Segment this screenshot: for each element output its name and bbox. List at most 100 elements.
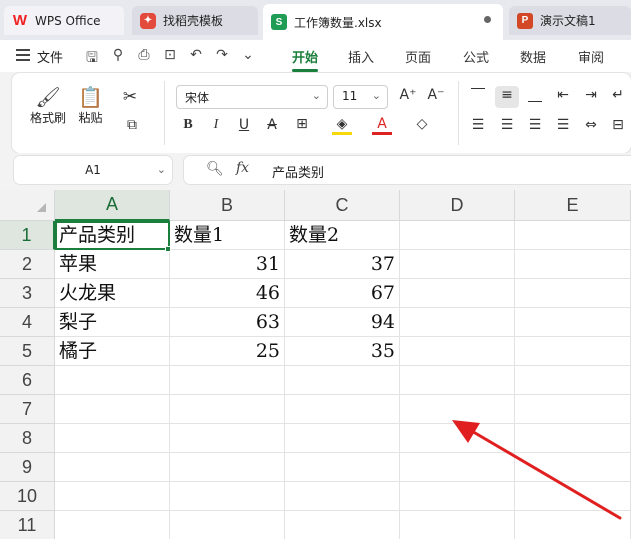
- column-header-e[interactable]: E: [515, 190, 631, 221]
- cell-d3[interactable]: [400, 279, 515, 308]
- cell-empty[interactable]: [400, 453, 515, 482]
- hamburger-menu-icon[interactable]: [16, 49, 30, 61]
- copy-icon[interactable]: ⧉: [122, 117, 142, 133]
- cell-c1[interactable]: 数量2: [285, 221, 400, 250]
- cell-empty[interactable]: [515, 482, 631, 511]
- fill-handle[interactable]: [165, 246, 171, 252]
- row-header[interactable]: 11: [0, 511, 55, 539]
- cell-empty[interactable]: [55, 366, 170, 395]
- cell-d5[interactable]: [400, 337, 515, 366]
- font-size-select[interactable]: 11 ⌄: [333, 85, 388, 109]
- underline-icon[interactable]: U: [234, 117, 254, 133]
- tab-docer-templates[interactable]: ✦ 找稻壳模板: [132, 6, 258, 35]
- cell-c3[interactable]: 67: [285, 279, 400, 308]
- align-bottom-icon[interactable]: ⎽: [525, 87, 545, 103]
- share-icon[interactable]: ⚲: [110, 47, 126, 71]
- justify-icon[interactable]: ☰: [553, 117, 573, 133]
- cell-empty[interactable]: [55, 511, 170, 539]
- increase-indent-icon[interactable]: ⇥: [581, 87, 601, 103]
- row-header[interactable]: 6: [0, 366, 55, 395]
- cell-a1[interactable]: 产品类别: [55, 221, 170, 250]
- tab-presentation[interactable]: P 演示文稿1: [509, 6, 631, 35]
- select-all-corner[interactable]: [0, 190, 55, 221]
- cell-c5[interactable]: 35: [285, 337, 400, 366]
- ribbon-tab-page[interactable]: 页面: [405, 47, 431, 66]
- formula-input[interactable]: 🔍︎ fx 产品类别: [184, 156, 631, 184]
- cell-empty[interactable]: [285, 482, 400, 511]
- align-top-icon[interactable]: ⎺: [468, 87, 488, 103]
- file-menu[interactable]: 文件: [37, 47, 63, 66]
- cell-empty[interactable]: [285, 453, 400, 482]
- wrap-text-icon[interactable]: ↵: [608, 87, 628, 103]
- tab-wps-office[interactable]: W WPS Office: [4, 6, 124, 35]
- redo-icon[interactable]: ↷: [214, 47, 230, 71]
- border-icon[interactable]: ⊞: [292, 116, 312, 132]
- name-box[interactable]: A1 ⌄: [14, 156, 172, 184]
- ribbon-tab-data[interactable]: 数据: [520, 47, 546, 66]
- cell-a3[interactable]: 火龙果: [55, 279, 170, 308]
- ribbon-tab-insert[interactable]: 插入: [348, 47, 374, 66]
- tab-workbook[interactable]: S 工作簿数量.xlsx: [263, 4, 503, 40]
- cell-a5[interactable]: 橘子: [55, 337, 170, 366]
- cell-e1[interactable]: [515, 221, 631, 250]
- cell-d1[interactable]: [400, 221, 515, 250]
- cell-empty[interactable]: [170, 395, 285, 424]
- cell-e5[interactable]: [515, 337, 631, 366]
- cell-d2[interactable]: [400, 250, 515, 279]
- cell-empty[interactable]: [515, 424, 631, 453]
- cell-empty[interactable]: [285, 395, 400, 424]
- cell-empty[interactable]: [55, 482, 170, 511]
- cell-b4[interactable]: 63: [170, 308, 285, 337]
- cell-empty[interactable]: [515, 511, 631, 539]
- cell-c2[interactable]: 37: [285, 250, 400, 279]
- paste-button[interactable]: 📋 粘贴: [78, 85, 103, 126]
- cut-icon[interactable]: ✂: [120, 87, 140, 107]
- column-header-a[interactable]: A: [55, 190, 170, 221]
- clear-format-icon[interactable]: ◇: [412, 116, 432, 132]
- cell-empty[interactable]: [170, 424, 285, 453]
- cell-empty[interactable]: [285, 511, 400, 539]
- ribbon-tab-formula[interactable]: 公式: [463, 47, 489, 66]
- cell-empty[interactable]: [515, 395, 631, 424]
- cell-b2[interactable]: 31: [170, 250, 285, 279]
- print-icon[interactable]: ⎙: [136, 47, 152, 71]
- cell-e3[interactable]: [515, 279, 631, 308]
- cell-e4[interactable]: [515, 308, 631, 337]
- cell-empty[interactable]: [170, 366, 285, 395]
- cell-b3[interactable]: 46: [170, 279, 285, 308]
- row-header[interactable]: 4: [0, 308, 55, 337]
- cell-empty[interactable]: [170, 511, 285, 539]
- row-header[interactable]: 2: [0, 250, 55, 279]
- chevron-down-icon[interactable]: ⌄: [240, 47, 256, 71]
- cell-b1[interactable]: 数量1: [170, 221, 285, 250]
- decrease-font-icon[interactable]: A⁻: [426, 87, 446, 103]
- font-color-icon[interactable]: A: [372, 116, 392, 135]
- column-header-c[interactable]: C: [285, 190, 400, 221]
- strikethrough-icon[interactable]: A: [262, 117, 282, 133]
- cell-empty[interactable]: [170, 482, 285, 511]
- column-header-d[interactable]: D: [400, 190, 515, 221]
- cell-c4[interactable]: 94: [285, 308, 400, 337]
- print-preview-icon[interactable]: ⊡: [162, 47, 178, 71]
- zoom-icon[interactable]: 🔍︎: [206, 161, 224, 177]
- font-name-select[interactable]: 宋体 ⌄: [176, 85, 328, 109]
- column-header-b[interactable]: B: [170, 190, 285, 221]
- cell-b5[interactable]: 25: [170, 337, 285, 366]
- increase-font-icon[interactable]: A⁺: [398, 87, 418, 103]
- decrease-indent-icon[interactable]: ⇤: [553, 87, 573, 103]
- cell-empty[interactable]: [55, 453, 170, 482]
- italic-icon[interactable]: I: [206, 117, 226, 133]
- row-header[interactable]: 9: [0, 453, 55, 482]
- row-header[interactable]: 10: [0, 482, 55, 511]
- row-header[interactable]: 8: [0, 424, 55, 453]
- row-header[interactable]: 1: [0, 221, 55, 250]
- align-right-icon[interactable]: ☰: [525, 117, 545, 133]
- row-header[interactable]: 7: [0, 395, 55, 424]
- formula-value[interactable]: 产品类别: [272, 162, 324, 181]
- row-header[interactable]: 3: [0, 279, 55, 308]
- save-icon[interactable]: 🖫: [84, 47, 100, 71]
- cell-empty[interactable]: [400, 424, 515, 453]
- ribbon-tab-home[interactable]: 开始: [292, 47, 319, 72]
- cell-empty[interactable]: [55, 395, 170, 424]
- cell-a4[interactable]: 梨子: [55, 308, 170, 337]
